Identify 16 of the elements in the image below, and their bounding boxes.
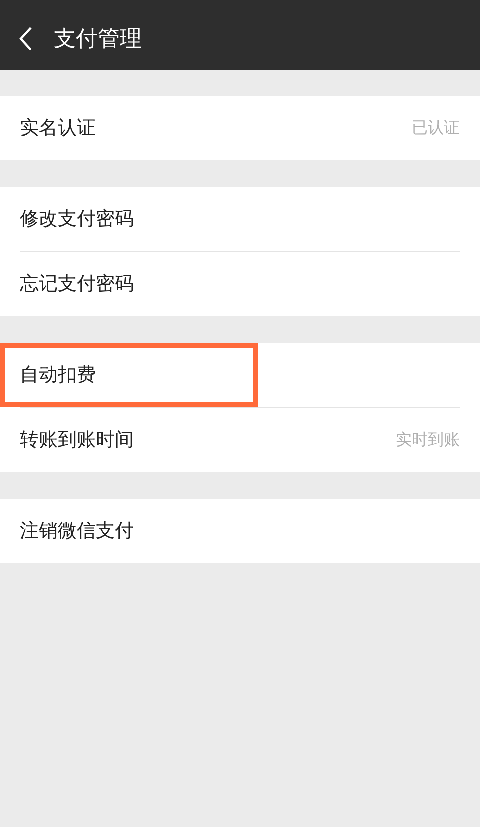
settings-row[interactable]: 转账到账时间 实时到账 <box>0 408 480 472</box>
settings-row[interactable]: 忘记支付密码 <box>0 252 480 316</box>
row-label: 忘记支付密码 <box>20 272 134 297</box>
row-value: 已认证 <box>412 118 460 138</box>
settings-row[interactable]: 注销微信支付 <box>0 499 480 563</box>
page-title: 支付管理 <box>54 26 142 54</box>
settings-row[interactable]: 修改支付密码 <box>0 187 480 251</box>
back-icon[interactable] <box>18 26 34 52</box>
row-label: 注销微信支付 <box>20 519 134 544</box>
row-label: 转账到账时间 <box>20 428 134 453</box>
settings-row[interactable]: 自动扣费 <box>0 343 480 407</box>
row-label: 修改支付密码 <box>20 207 134 232</box>
row-label: 实名认证 <box>20 116 96 141</box>
row-label: 自动扣费 <box>20 363 96 388</box>
row-value: 实时到账 <box>396 430 460 450</box>
settings-row[interactable]: 实名认证 已认证 <box>0 96 480 160</box>
